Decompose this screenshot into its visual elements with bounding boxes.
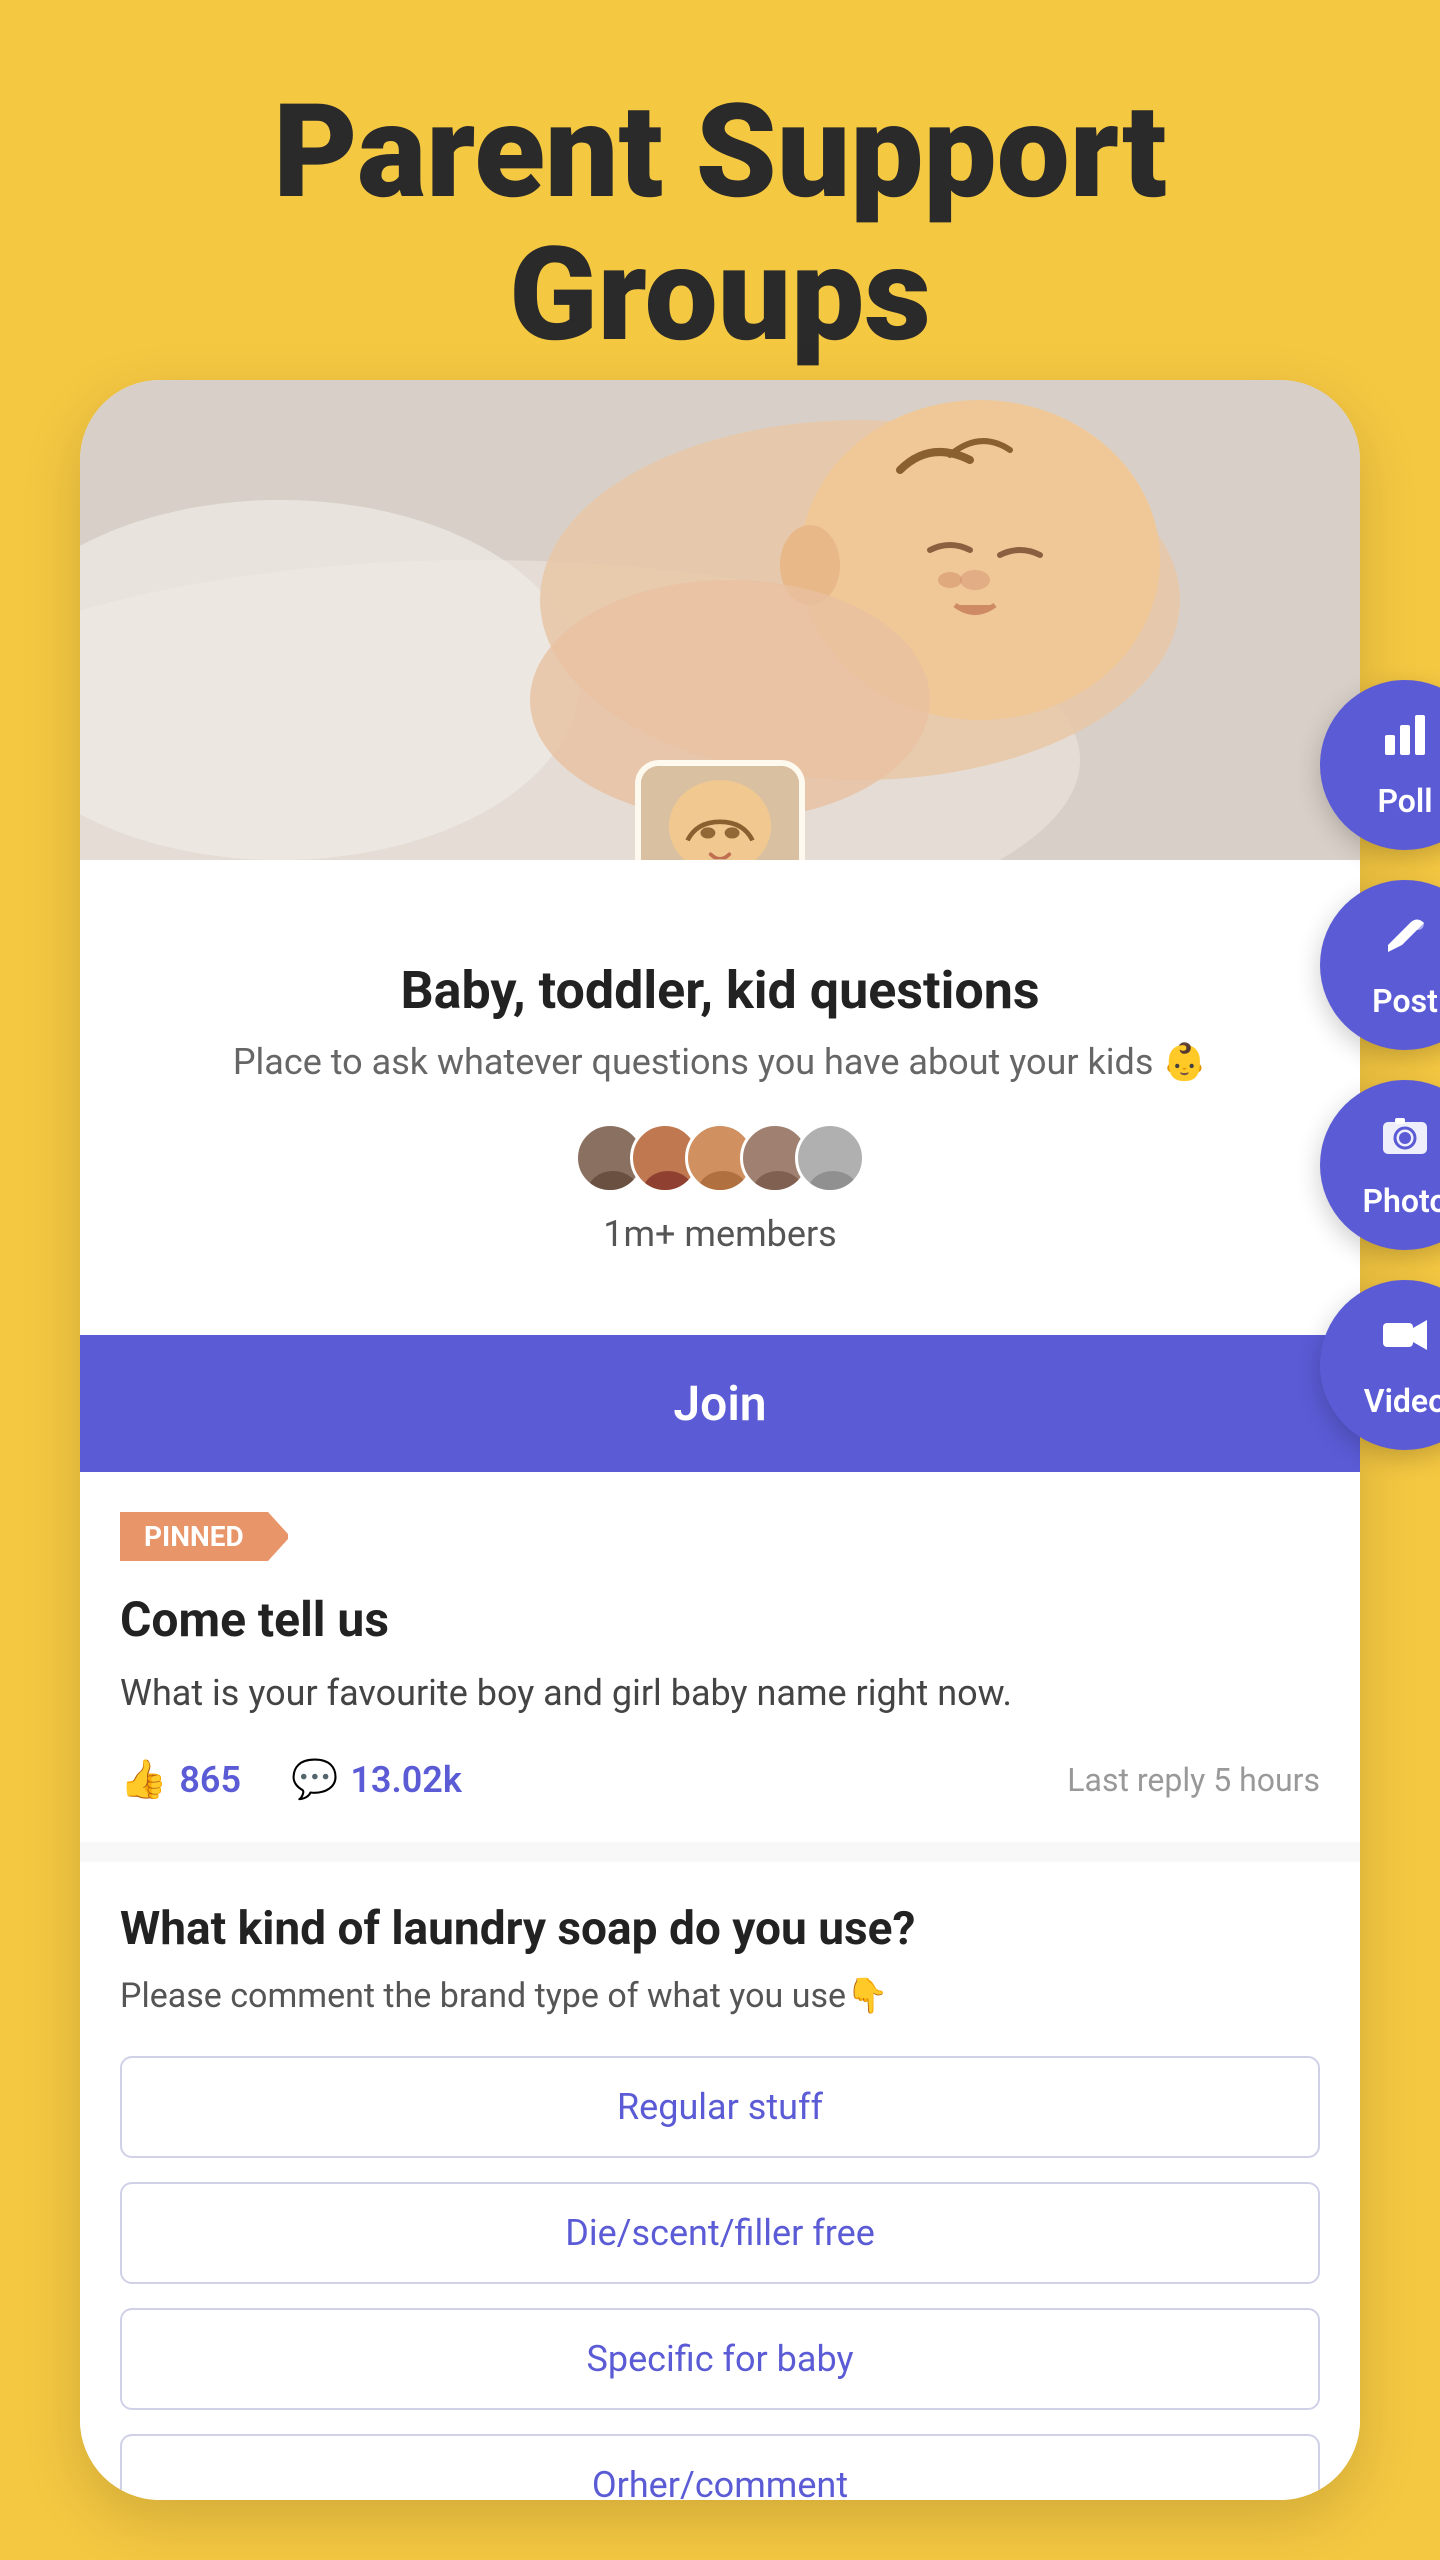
poll-title: What kind of laundry soap do you use? <box>120 1902 1320 1956</box>
fab-post-label: Post <box>1372 982 1438 1020</box>
poll-option-4[interactable]: Orher/comment <box>120 2434 1320 2500</box>
fab-poll-button[interactable]: Poll <box>1320 680 1440 850</box>
fab-poll-label: Poll <box>1377 782 1432 820</box>
photo-fab-icon <box>1380 1110 1430 1172</box>
fab-post-button[interactable]: Post <box>1320 880 1440 1050</box>
video-fab-icon <box>1380 1310 1430 1372</box>
group-info: Baby, toddler, kid questions Place to as… <box>80 860 1360 1335</box>
hero-image <box>80 380 1360 860</box>
content-area: PINNED Come tell us What is your favouri… <box>80 1472 1360 2500</box>
pinned-post-title: Come tell us <box>120 1591 1320 1648</box>
comments-stat[interactable]: 💬 13.02k <box>291 1758 462 1802</box>
fab-container: Poll Post Photo Video <box>1320 680 1440 1450</box>
comments-count: 13.02k <box>350 1759 462 1801</box>
poll-option-1[interactable]: Regular stuff <box>120 2056 1320 2158</box>
poll-option-2[interactable]: Die/scent/filler free <box>120 2182 1320 2284</box>
poll-post: What kind of laundry soap do you use? Pl… <box>80 1862 1360 2500</box>
post-fab-icon <box>1380 910 1430 972</box>
comment-icon: 💬 <box>291 1758 338 1802</box>
join-button[interactable]: Join <box>80 1335 1360 1472</box>
poll-option-3[interactable]: Specific for baby <box>120 2308 1320 2410</box>
member-avatar-5 <box>795 1123 865 1193</box>
member-avatars <box>120 1123 1320 1193</box>
likes-count: 865 <box>179 1759 241 1801</box>
fab-video-button[interactable]: Video <box>1320 1280 1440 1450</box>
member-count: 1m+ members <box>120 1213 1320 1255</box>
pinned-post: PINNED Come tell us What is your favouri… <box>80 1472 1360 1842</box>
fab-video-label: Video <box>1364 1382 1440 1420</box>
last-reply: Last reply 5 hours <box>1067 1761 1320 1799</box>
pinned-post-stats: 👍 865 💬 13.02k Last reply 5 hours <box>120 1758 1320 1802</box>
group-description: Place to ask whatever questions you have… <box>120 1041 1320 1083</box>
poll-subtitle: Please comment the brand type of what yo… <box>120 1976 1320 2016</box>
like-icon: 👍 <box>120 1758 167 1802</box>
group-avatar <box>635 760 805 860</box>
page-title: Parent SupportGroups <box>0 0 1440 426</box>
poll-fab-icon <box>1380 710 1430 772</box>
likes-stat[interactable]: 👍 865 <box>120 1758 241 1802</box>
fab-photo-button[interactable]: Photo <box>1320 1080 1440 1250</box>
pinned-badge: PINNED <box>120 1512 268 1561</box>
fab-photo-label: Photo <box>1363 1182 1440 1220</box>
phone-card: Baby, toddler, kid questions Place to as… <box>80 380 1360 2500</box>
pinned-post-body: What is your favourite boy and girl baby… <box>120 1668 1320 1718</box>
group-name: Baby, toddler, kid questions <box>120 960 1320 1021</box>
